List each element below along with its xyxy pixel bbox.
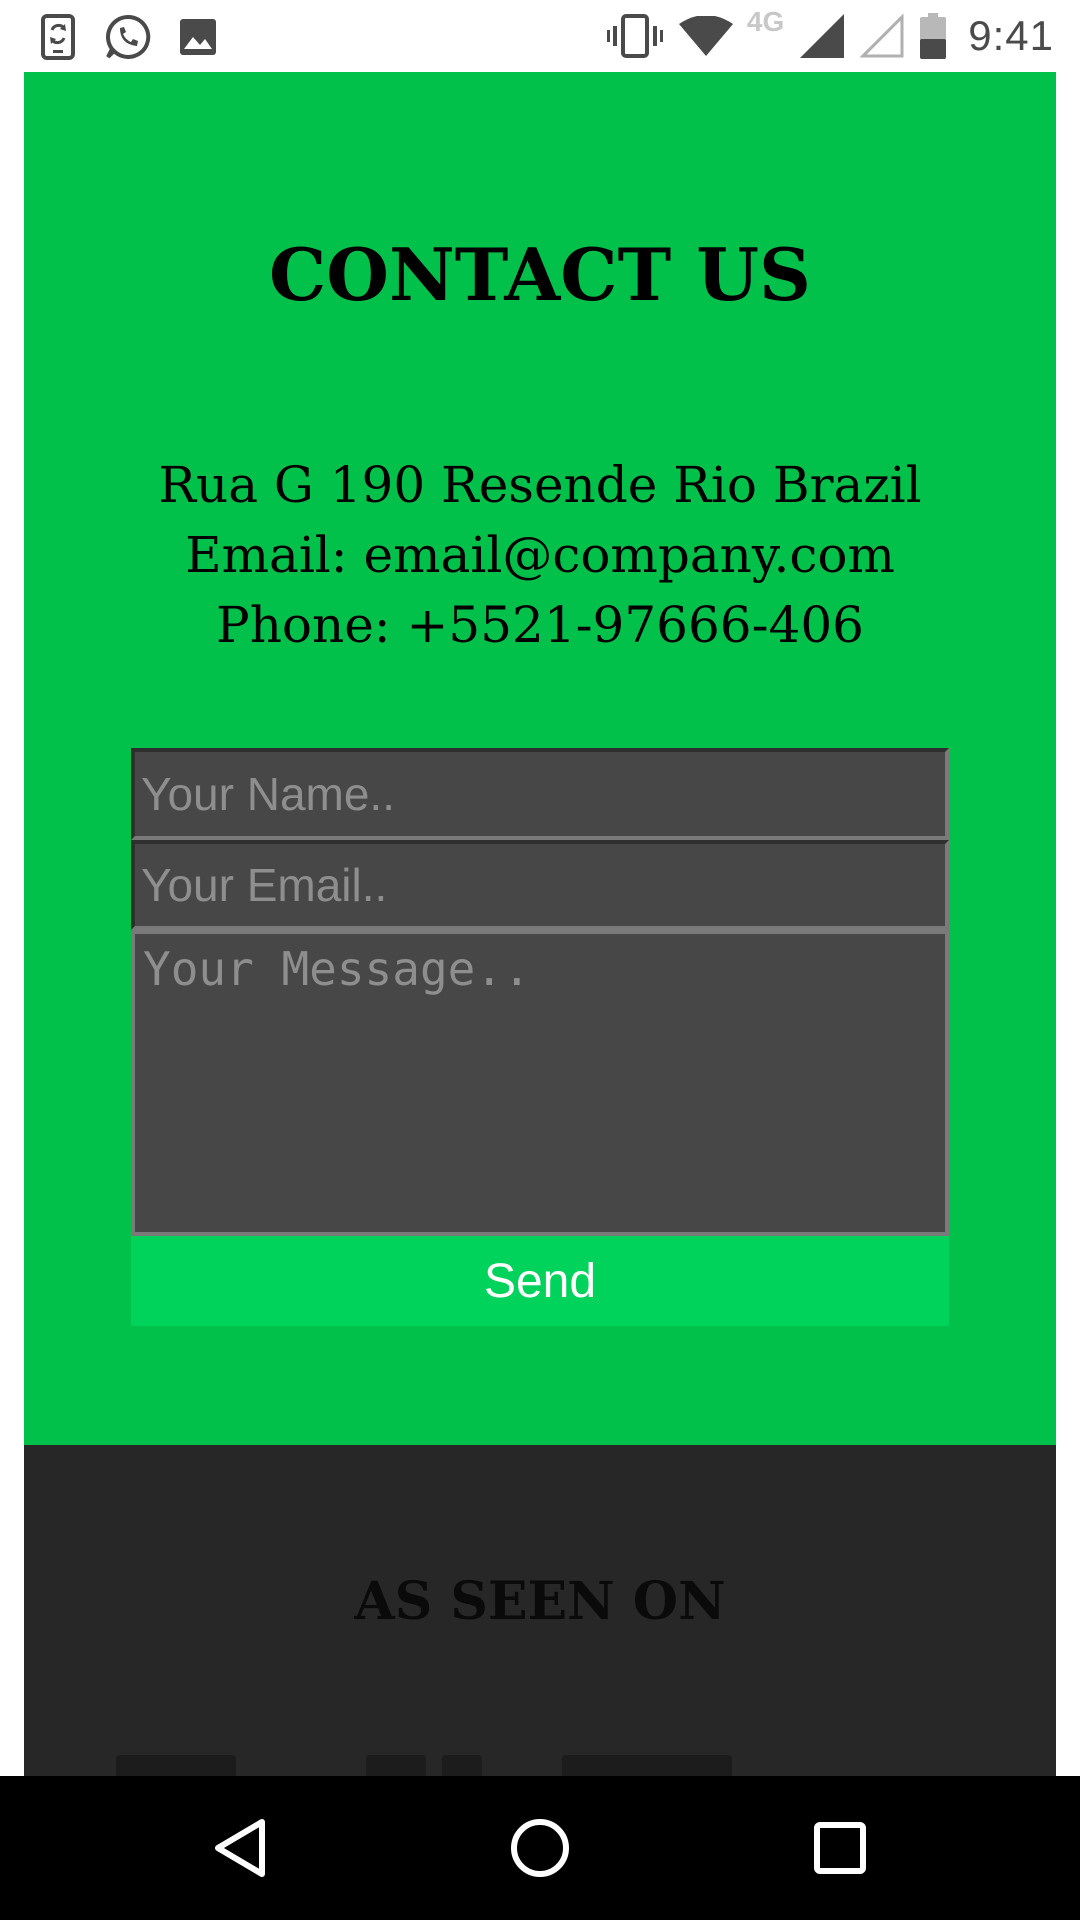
- contact-address: Rua G 190 Resende Rio Brazil: [158, 456, 922, 514]
- sync-phone-icon: [34, 13, 82, 61]
- network-type-label: 4G: [746, 6, 785, 37]
- notification-icons: [34, 12, 244, 62]
- press-logo: [442, 1755, 482, 1776]
- email-input[interactable]: [131, 840, 949, 930]
- contact-phone: Phone: +5521-97666-406: [216, 596, 864, 654]
- recents-icon[interactable]: [790, 1798, 890, 1898]
- whatsapp-icon: [104, 13, 152, 61]
- battery-icon: [920, 12, 947, 60]
- status-bar: 4G 9:41: [0, 0, 1080, 72]
- contact-email: Email: email@company.com: [185, 526, 895, 584]
- back-icon[interactable]: [190, 1798, 290, 1898]
- contact-title: CONTACT US: [268, 232, 812, 317]
- clock: 9:41: [968, 12, 1054, 59]
- message-textarea[interactable]: [131, 930, 949, 1236]
- as-seen-on-section: AS SEEN ON: [24, 1445, 1056, 1776]
- cell-signal-icon: [800, 12, 845, 60]
- contact-section: CONTACT US Rua G 190 Resende Rio Brazil …: [24, 72, 1056, 1445]
- send-button[interactable]: Send: [131, 1236, 949, 1326]
- system-icons: 4G 9:41: [591, 6, 1054, 62]
- press-logos: [24, 1755, 1056, 1776]
- cell-signal-empty-icon: [860, 12, 904, 60]
- contact-info: Rua G 190 Resende Rio Brazil Email: emai…: [24, 450, 1056, 660]
- image-icon: [174, 13, 222, 61]
- press-logo: [798, 1751, 978, 1776]
- press-logo: [366, 1755, 426, 1776]
- home-icon[interactable]: [490, 1798, 590, 1898]
- press-logo: [116, 1755, 236, 1776]
- as-seen-on-title: AS SEEN ON: [354, 1571, 726, 1632]
- navigation-bar: [0, 1776, 1080, 1920]
- name-input[interactable]: [131, 748, 949, 840]
- contact-form: Send: [131, 748, 949, 1326]
- web-page: CONTACT US Rua G 190 Resende Rio Brazil …: [24, 72, 1056, 1776]
- vibrate-icon: [606, 12, 663, 60]
- wifi-icon: [678, 12, 733, 60]
- press-logo: [562, 1755, 732, 1776]
